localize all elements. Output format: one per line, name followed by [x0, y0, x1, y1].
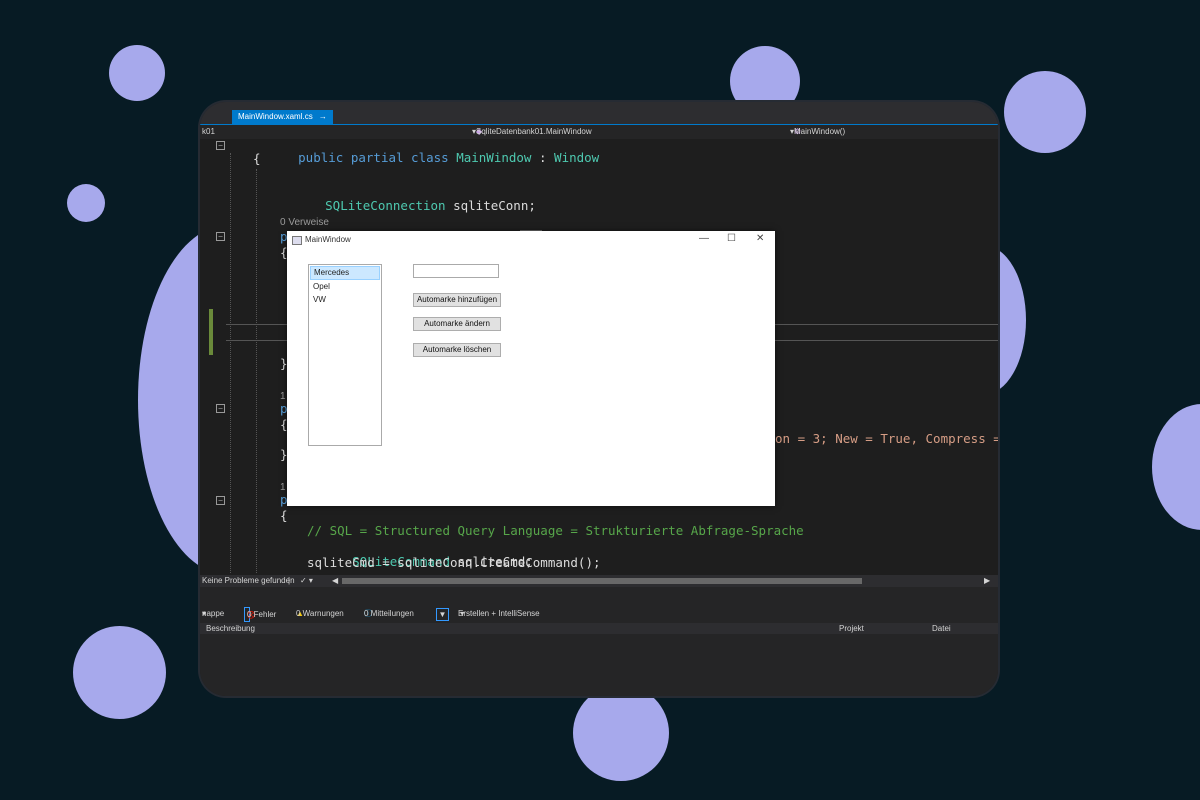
code-line: {: [280, 508, 288, 523]
project-dropdown[interactable]: k01: [202, 125, 215, 139]
col-description[interactable]: Beschreibung: [206, 623, 255, 634]
decor-circle: [573, 685, 669, 781]
error-list-header: Beschreibung Projekt Datei: [200, 623, 998, 634]
build-filter-dropdown[interactable]: Erstellen + IntelliSense ▾: [458, 605, 540, 623]
collapse-icon[interactable]: −: [216, 404, 225, 413]
code-line: sqliteCmd = sqliteConn.CreateCommand();: [307, 555, 601, 570]
scope-dropdown[interactable]: nappe ▾: [202, 605, 224, 623]
col-file[interactable]: Datei: [932, 623, 951, 634]
navigation-bar: k01 ▾ ◆ SqliteDatenbank01.MainWindow ▾ ⚙…: [200, 124, 998, 139]
error-list-toolbar: nappe ▾ ⨂ 0 Fehler ▲ 0 Warnungen ⓘ 0 Mit…: [200, 605, 998, 623]
close-button[interactable]: ✕: [756, 233, 764, 244]
decor-circle: [1004, 71, 1086, 153]
scroll-right-icon[interactable]: ▶: [984, 575, 990, 587]
errors-filter-button[interactable]: ⨂ 0 Fehler: [244, 607, 276, 622]
brush-icon[interactable]: ✓ ▾: [300, 575, 313, 587]
change-marker: [209, 309, 213, 355]
brand-textbox[interactable]: [413, 264, 499, 278]
decor-circle: [1152, 404, 1200, 530]
collapse-icon[interactable]: −: [216, 232, 225, 241]
change-brand-button[interactable]: Automarke ändern: [413, 317, 501, 331]
add-brand-button[interactable]: Automarke hinzufügen: [413, 293, 501, 307]
class-dropdown[interactable]: ▾ ◆ SqliteDatenbank01.MainWindow: [472, 125, 592, 139]
app-icon: [292, 236, 302, 245]
editor-tab-mainwindow[interactable]: MainWindow.xaml.cs →: [232, 110, 333, 124]
code-line: public partial class MainWindow : Window: [298, 150, 600, 165]
maximize-button[interactable]: ☐: [727, 233, 736, 244]
error-list-panel: nappe ▾ ⨂ 0 Fehler ▲ 0 Warnungen ⓘ 0 Mit…: [200, 587, 998, 696]
minimize-button[interactable]: —: [699, 233, 709, 244]
indent-guide: [256, 169, 257, 573]
list-item[interactable]: VW: [310, 294, 380, 306]
problems-status[interactable]: Keine Probleme gefunden: [202, 575, 295, 587]
pin-icon[interactable]: →: [319, 112, 327, 121]
member-dropdown[interactable]: ▾ ⚙ MainWindow(): [790, 125, 845, 139]
collapse-icon[interactable]: −: [216, 141, 225, 150]
code-line: on = 3; New = True, Compress = Tru: [775, 431, 998, 446]
decor-circle: [73, 626, 166, 719]
wpf-main-window: MainWindow — ☐ ✕ Mercedes Opel VW Automa…: [287, 231, 775, 506]
horizontal-scrollbar[interactable]: [342, 578, 862, 584]
codelens-references[interactable]: 0 Verweise: [280, 217, 329, 228]
editor-status-line: Keine Probleme gefunden | ✓ ▾ ◀ ▶: [200, 575, 998, 587]
tab-label: MainWindow.xaml.cs: [238, 112, 313, 121]
delete-brand-button[interactable]: Automarke löschen: [413, 343, 501, 357]
list-item[interactable]: Mercedes: [310, 266, 380, 280]
decor-circle: [109, 45, 165, 101]
list-item[interactable]: Opel: [310, 281, 380, 293]
separator: |: [288, 576, 291, 585]
collapse-icon[interactable]: −: [216, 496, 225, 505]
col-project[interactable]: Projekt: [839, 623, 864, 634]
decor-circle: [67, 184, 105, 222]
scroll-left-icon[interactable]: ◀: [332, 575, 338, 587]
code-line: {: [253, 151, 261, 166]
code-comment: // SQL = Structured Query Language = Str…: [307, 523, 804, 538]
filter-icon[interactable]: ▼: [436, 608, 449, 621]
car-brand-listbox[interactable]: Mercedes Opel VW: [308, 264, 382, 446]
editor-tab-strip: MainWindow.xaml.cs →: [200, 102, 998, 124]
window-title: MainWindow: [305, 235, 351, 244]
indent-guide: [230, 153, 231, 573]
